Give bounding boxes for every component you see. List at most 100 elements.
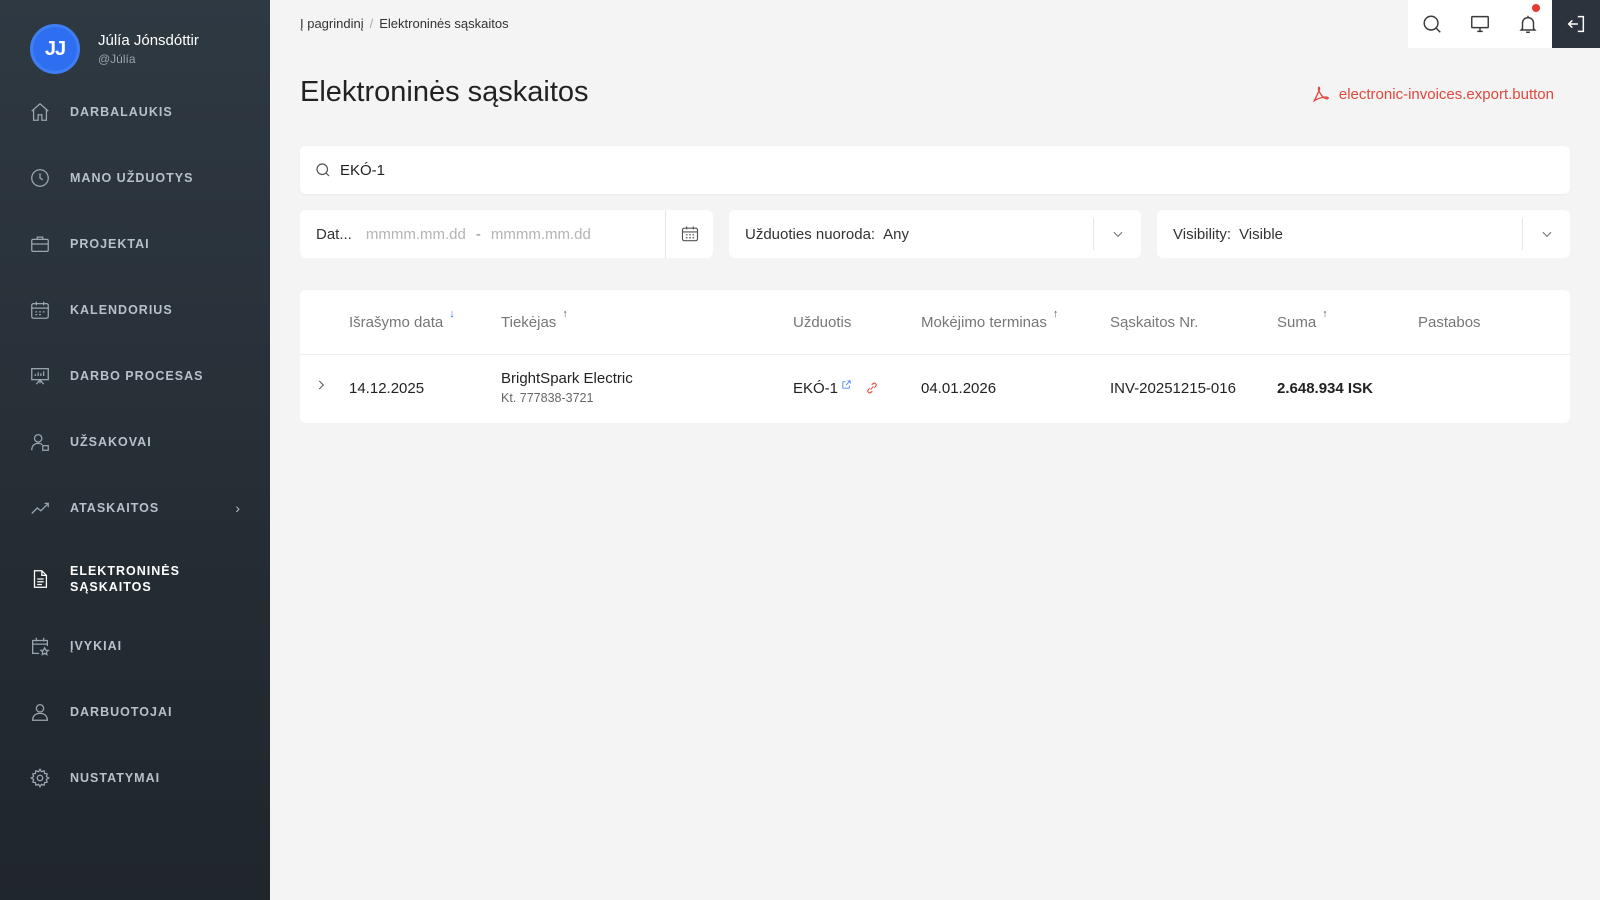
notification-badge [1532, 4, 1540, 12]
sidebar-item-label: UŽSAKOVAI [70, 435, 152, 449]
task-link-filter[interactable]: Užduoties nuoroda: Any [729, 210, 1141, 258]
bell-icon [1519, 15, 1537, 33]
sidebar: JJ Júlía Jónsdóttir @Júlía DARBALAUKIS M… [0, 0, 270, 900]
presentation-icon [28, 364, 52, 388]
sidebar-item-label: ATASKAITOS [70, 501, 160, 515]
user-profile[interactable]: JJ Júlía Jónsdóttir @Júlía [30, 24, 199, 74]
sidebar-item-label: ELEKTRONINĖS SĄSKAITOS [70, 563, 180, 595]
sidebar-item-ataskaitos[interactable]: ATASKAITOS › [0, 486, 270, 530]
notifications-button[interactable] [1504, 0, 1552, 48]
supplier-name: BrightSpark Electric [501, 370, 633, 387]
date-to-input[interactable]: mmmm.mm.dd [491, 226, 591, 243]
monitor-icon [1471, 15, 1489, 33]
sidebar-item-elektronines-saskaitos[interactable]: ELEKTRONINĖS SĄSKAITOS [0, 552, 270, 606]
sort-asc-icon: ↑ [562, 308, 568, 320]
date-from-input[interactable]: mmmm.mm.dd [366, 226, 466, 243]
column-header-supplier[interactable]: Tiekėjas ↑ [501, 308, 568, 331]
sort-asc-icon: ↑ [1322, 308, 1328, 320]
header-divider [300, 354, 1570, 355]
due-date-cell: 04.01.2026 [921, 380, 997, 397]
user-handle: @Júlía [98, 52, 136, 66]
column-header-notes: Pastabos [1418, 314, 1481, 331]
sidebar-item-label: ĮVYKIAI [70, 639, 123, 653]
search-icon [1423, 15, 1441, 33]
sidebar-item-label-line1: ELEKTRONINĖS [70, 564, 180, 578]
task-link[interactable]: EKÓ-1 [793, 380, 852, 397]
supplier-code: Kt. 777838-3721 [501, 391, 594, 405]
sidebar-item-nustatymai[interactable]: NUSTATYMAI [0, 756, 270, 800]
date-filter-label: Dat... [316, 225, 352, 243]
export-label: electronic-invoices.export.button [1338, 85, 1554, 103]
column-header-label: Išrašymo data [349, 314, 444, 331]
column-header-label: Tiekėjas [501, 314, 557, 331]
home-icon [28, 100, 52, 124]
external-link-icon [841, 377, 852, 389]
sidebar-item-ivykiai[interactable]: ĮVYKIAI [0, 624, 270, 668]
calendar-button[interactable] [665, 210, 713, 258]
briefcase-icon [28, 232, 52, 256]
column-header-amount[interactable]: Suma ↑ [1277, 308, 1328, 331]
visibility-filter-dropdown[interactable] [1522, 218, 1570, 250]
issue-date-cell: 14.12.2025 [349, 380, 425, 397]
top-toolbar [1408, 0, 1600, 48]
search-button[interactable] [1408, 0, 1456, 48]
visibility-filter-value: Visible [1239, 225, 1283, 243]
date-range-separator: - [475, 225, 481, 243]
visibility-filter[interactable]: Visibility: Visible [1157, 210, 1570, 258]
invoice-number-cell: INV-20251215-016 [1110, 380, 1236, 397]
column-header-task: Užduotis [793, 314, 851, 331]
page-title: Elektroninės sąskaitos [300, 76, 589, 108]
sidebar-item-uzsakovai[interactable]: UŽSAKOVAI [0, 420, 270, 464]
chevron-down-icon [1542, 231, 1551, 237]
invoices-table: Išrašymo data ↓ Tiekėjas ↑ Užduotis Mokė… [300, 290, 1570, 423]
sidebar-item-kalendorius[interactable]: KALENDORIUS [0, 288, 270, 332]
sidebar-item-label: NUSTATYMAI [70, 771, 161, 785]
export-button[interactable]: electronic-invoices.export.button [1311, 84, 1554, 104]
column-header-label: Mokėjimo terminas [921, 314, 1047, 331]
search-input[interactable] [340, 161, 1540, 179]
gear-icon [28, 766, 52, 790]
column-header-label: Pastabos [1418, 314, 1481, 331]
column-header-due-date[interactable]: Mokėjimo terminas ↑ [921, 308, 1058, 331]
sidebar-item-label-line2: SĄSKAITOS [70, 580, 152, 594]
calendar-icon [28, 298, 52, 322]
sidebar-item-label: DARBALAUKIS [70, 105, 173, 119]
screen-button[interactable] [1456, 0, 1504, 48]
breadcrumb: Į pagrindinį / Elektroninės sąskaitos [300, 16, 509, 31]
sidebar-item-projektai[interactable]: PROJEKTAI [0, 222, 270, 266]
sort-asc-icon: ↑ [1052, 308, 1059, 320]
task-link-label: EKÓ-1 [793, 380, 839, 397]
link-icon [867, 382, 877, 394]
customer-icon [28, 430, 52, 454]
sidebar-item-label: DARBUOTOJAI [70, 705, 173, 719]
unlink-task-button[interactable] [864, 380, 882, 398]
column-header-label: Suma [1277, 314, 1317, 331]
logout-button[interactable] [1552, 0, 1600, 48]
sort-desc-icon: ↓ [449, 308, 455, 320]
breadcrumb-separator: / [369, 16, 374, 31]
visibility-filter-label: Visibility: [1173, 225, 1232, 243]
sidebar-item-darbo-procesas[interactable]: DARBO PROCESAS [0, 354, 270, 398]
calendar-icon [681, 226, 698, 242]
task-filter-dropdown[interactable] [1093, 218, 1141, 250]
chevron-down-icon [1113, 231, 1122, 237]
logout-icon [1567, 15, 1585, 33]
sidebar-item-darbalaukis[interactable]: DARBALAUKIS [0, 90, 270, 134]
task-filter-label: Užduoties nuoroda: [745, 225, 876, 243]
users-icon [28, 700, 52, 724]
column-header-issue-date[interactable]: Išrašymo data ↓ [349, 308, 455, 331]
sidebar-item-darbuotojai[interactable]: DARBUOTOJAI [0, 690, 270, 734]
avatar[interactable]: JJ [30, 24, 80, 74]
clock-icon [28, 166, 52, 190]
user-info: Júlía Jónsdóttir @Júlía [98, 32, 199, 66]
sidebar-item-label: KALENDORIUS [70, 303, 173, 317]
sidebar-item-mano-uzduotys[interactable]: MANO UŽDUOTYS [0, 156, 270, 200]
date-range-filter[interactable]: Dat... mmmm.mm.dd - mmmm.mm.dd [300, 210, 713, 258]
chart-line-icon [28, 496, 52, 520]
calendar-star-icon [28, 634, 52, 658]
chevron-right-icon: › [235, 500, 240, 516]
sidebar-item-label: PROJEKTAI [70, 237, 150, 251]
breadcrumb-home-link[interactable]: Į pagrindinį [300, 16, 364, 31]
expand-row-button[interactable] [314, 378, 330, 394]
document-icon [28, 567, 52, 591]
